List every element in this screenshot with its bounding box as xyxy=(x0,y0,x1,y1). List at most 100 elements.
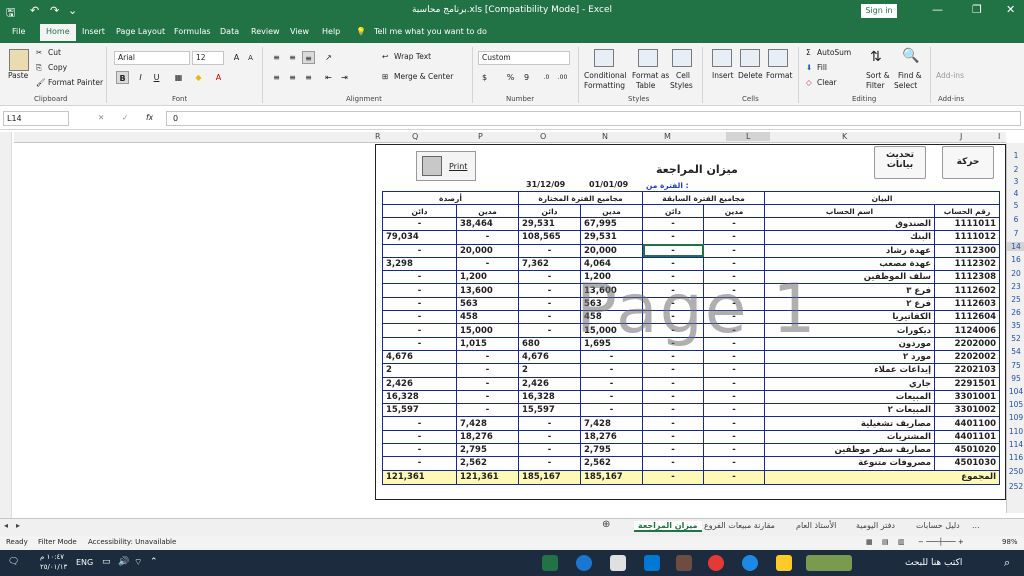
amount-cell[interactable]: - xyxy=(580,349,643,365)
amount-cell[interactable]: 20,000 xyxy=(456,243,519,258)
file-explorer-icon[interactable] xyxy=(776,555,792,571)
amount-cell[interactable]: - xyxy=(641,456,705,471)
row-header[interactable]: 105 xyxy=(1007,400,1024,409)
account-name-cell[interactable]: مصاريف تشغيلية xyxy=(764,416,936,431)
amount-cell[interactable]: - xyxy=(641,270,705,285)
amount-cell[interactable]: - xyxy=(456,389,519,405)
cancel-icon[interactable]: ✕ xyxy=(98,113,104,122)
column-header[interactable]: R xyxy=(375,132,381,141)
column-header[interactable]: K xyxy=(842,132,847,141)
amount-cell[interactable]: - xyxy=(518,323,581,338)
total-amount-cell[interactable]: 185,167 xyxy=(518,469,581,485)
network-icon[interactable]: ▭ xyxy=(102,557,111,567)
amount-cell[interactable]: 15,000 xyxy=(580,323,643,338)
amount-cell[interactable]: 16,328 xyxy=(518,389,581,405)
account-number-cell[interactable]: 1112308 xyxy=(934,270,1001,285)
restore-button[interactable]: ❐ xyxy=(972,3,982,16)
account-number-cell[interactable]: 4401101 xyxy=(934,429,1001,445)
amount-cell[interactable]: - xyxy=(518,243,581,258)
percent-icon[interactable]: % xyxy=(504,71,517,84)
sheet-tab-more[interactable]: ... xyxy=(972,521,980,530)
account-name-cell[interactable]: موردون xyxy=(764,336,936,351)
amount-cell[interactable]: 7,362 xyxy=(518,256,581,272)
add-ins-button[interactable]: Add-ins xyxy=(936,71,964,80)
merge-center-button[interactable]: Merge & Center xyxy=(394,72,453,81)
sheet-tab[interactable]: دفتر اليومية xyxy=(856,521,895,530)
account-number-cell[interactable]: 3301002 xyxy=(934,403,1001,418)
amount-cell[interactable]: - xyxy=(703,376,766,391)
row-header[interactable]: 3 xyxy=(1007,177,1024,186)
account-name-cell[interactable]: فرع ٢ xyxy=(764,296,936,312)
amount-cell[interactable]: 16,328 xyxy=(382,389,457,405)
amount-cell[interactable]: - xyxy=(641,349,705,365)
clear-button[interactable]: Clear xyxy=(817,78,837,87)
amount-cell[interactable]: - xyxy=(456,349,519,365)
amount-cell[interactable]: 15,597 xyxy=(382,403,457,418)
indent-increase-icon[interactable]: ⇥ xyxy=(338,71,351,84)
font-name-select[interactable]: Arial xyxy=(114,51,190,65)
insert-cells-icon[interactable] xyxy=(712,49,732,67)
amount-cell[interactable]: - xyxy=(703,349,766,365)
amount-cell[interactable]: - xyxy=(456,376,519,391)
cell-styles-button[interactable]: Cell xyxy=(676,71,690,80)
account-number-cell[interactable]: 4501020 xyxy=(934,443,1001,458)
total-amount-cell[interactable]: 121,361 xyxy=(456,469,519,485)
account-name-cell[interactable]: عهدة مصعب xyxy=(764,256,936,272)
row-header[interactable]: 20 xyxy=(1007,269,1024,278)
clock-time[interactable]: ١٠:٤٧ م xyxy=(40,553,64,561)
tab-formulas[interactable]: Formulas xyxy=(174,27,211,36)
scroll-sheets-left-icon[interactable]: ◂ xyxy=(4,521,8,530)
font-size-select[interactable]: 12 xyxy=(192,51,224,65)
amount-cell[interactable]: 2 xyxy=(382,363,457,378)
amount-cell[interactable]: - xyxy=(703,230,766,245)
grow-font-icon[interactable]: A xyxy=(230,51,243,64)
amount-cell[interactable]: - xyxy=(641,296,705,312)
total-label[interactable]: المجموع xyxy=(764,469,1001,485)
format-cells-button[interactable]: Format xyxy=(766,71,792,80)
account-name-cell[interactable]: مورد ٢ xyxy=(764,349,936,365)
amount-cell[interactable]: - xyxy=(703,443,766,458)
tab-page-layout[interactable]: Page Layout xyxy=(116,27,165,36)
row-header[interactable]: 7 xyxy=(1007,229,1024,238)
row-header[interactable]: 35 xyxy=(1007,321,1024,330)
find-select-icon[interactable]: 🔍 xyxy=(902,48,919,64)
volume-icon[interactable]: 🔊 xyxy=(118,557,129,567)
amount-cell[interactable]: 7,428 xyxy=(456,416,519,431)
insert-cells-button[interactable]: Insert xyxy=(712,71,734,80)
amount-cell[interactable]: - xyxy=(641,256,705,272)
skype-icon[interactable] xyxy=(576,555,592,571)
account-number-cell[interactable]: 4501030 xyxy=(934,456,1001,471)
amount-cell[interactable]: 2,562 xyxy=(456,456,519,471)
paste-icon[interactable] xyxy=(9,49,29,71)
amount-cell[interactable]: - xyxy=(703,456,766,471)
enter-icon[interactable]: ✓ xyxy=(122,113,128,122)
format-cells-icon[interactable] xyxy=(768,49,788,67)
clock-date[interactable]: ٢٥/٠١/١٣ xyxy=(40,563,67,571)
minimize-button[interactable]: — xyxy=(932,3,943,16)
amount-cell[interactable]: 67,995 xyxy=(580,216,643,232)
amount-cell[interactable]: 1,200 xyxy=(580,270,643,285)
amount-cell[interactable]: 2,795 xyxy=(456,443,519,458)
amount-cell[interactable]: 458 xyxy=(580,310,643,325)
language-indicator[interactable]: ENG xyxy=(76,558,93,567)
amount-cell[interactable]: - xyxy=(456,363,519,378)
decrease-decimal-icon[interactable]: .00 xyxy=(556,71,569,84)
wrap-text-button[interactable]: Wrap Text xyxy=(394,52,431,61)
sheet-tab[interactable]: مقارنة مبيعات الفروع xyxy=(704,521,775,530)
fill-color-icon[interactable]: ◆ xyxy=(192,71,205,84)
app-icon[interactable] xyxy=(676,555,692,571)
account-number-cell[interactable]: 2202000 xyxy=(934,336,1001,351)
align-center-icon[interactable]: ≡ xyxy=(286,71,299,84)
row-header[interactable]: 104 xyxy=(1007,387,1024,396)
amount-cell[interactable]: 1,695 xyxy=(580,336,643,351)
amount-cell[interactable]: 1,015 xyxy=(456,336,519,351)
account-name-cell[interactable]: جاري xyxy=(764,376,936,391)
amount-cell[interactable]: - xyxy=(382,416,457,431)
tab-help[interactable]: Help xyxy=(322,27,340,36)
sign-in-button[interactable]: Sign in xyxy=(861,4,897,18)
account-name-cell[interactable]: فرع ٣ xyxy=(764,283,936,298)
amount-cell[interactable]: - xyxy=(641,310,705,325)
amount-cell[interactable]: - xyxy=(382,336,457,351)
amount-cell[interactable]: - xyxy=(641,443,705,458)
status-accessibility[interactable]: Accessibility: Unavailable xyxy=(88,538,176,546)
